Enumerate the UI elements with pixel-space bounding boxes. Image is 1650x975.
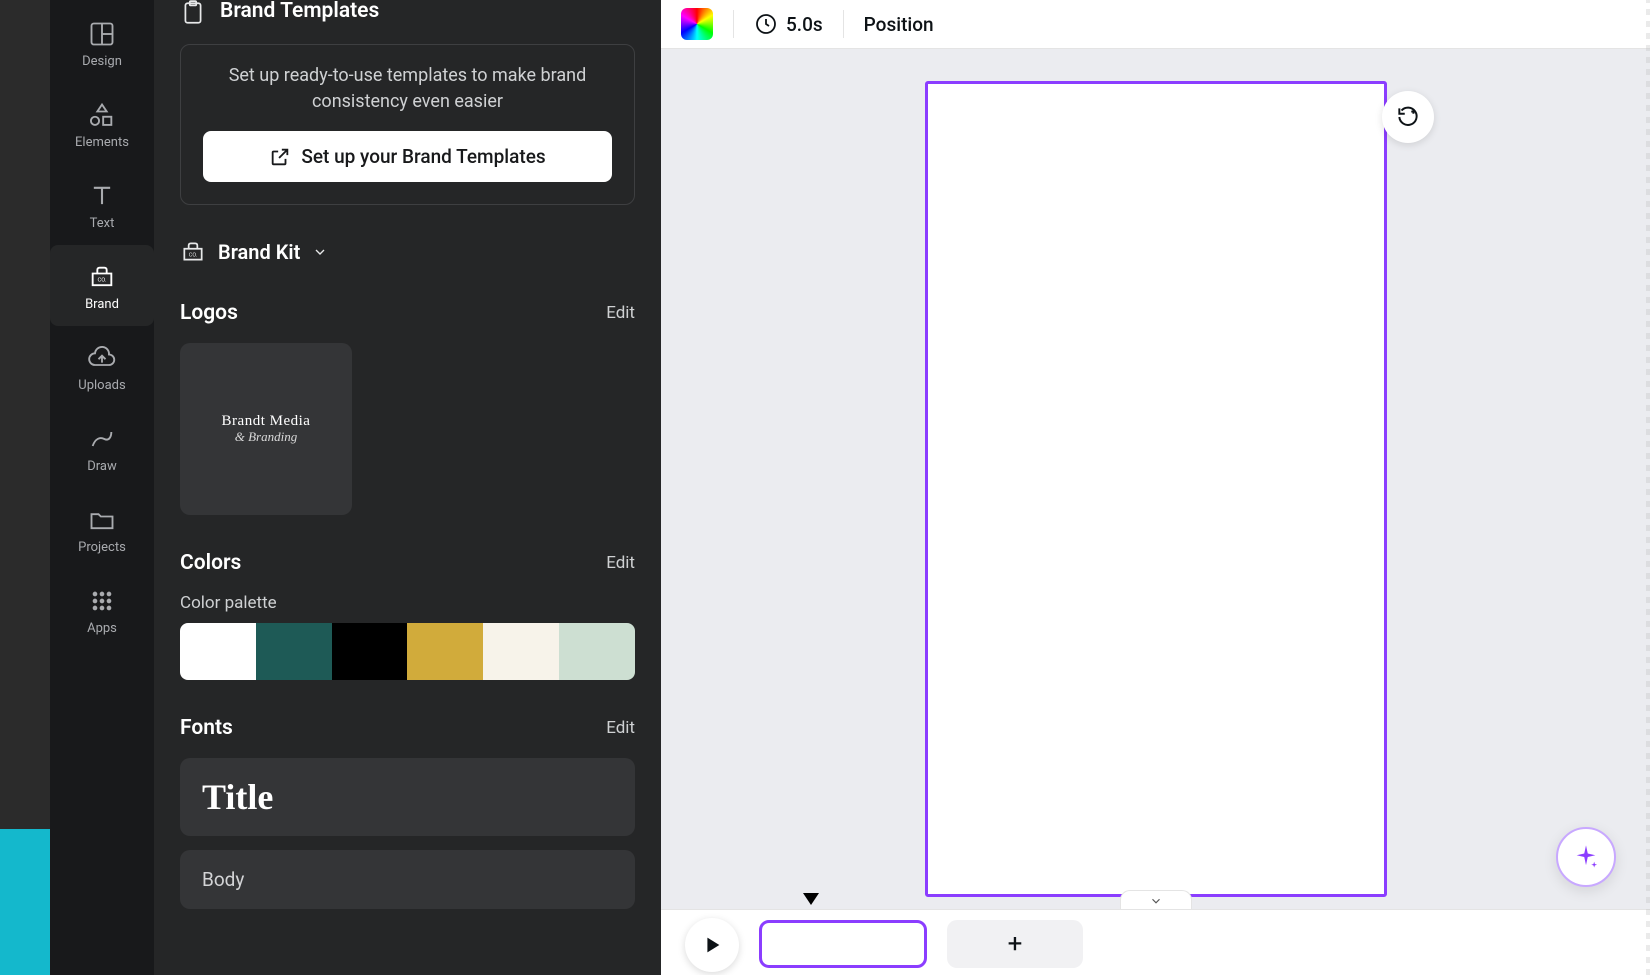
layout-icon: [88, 20, 116, 48]
play-button[interactable]: [685, 918, 739, 972]
nav-label: Draw: [87, 459, 117, 474]
logo-text-line1: Brandt Media: [222, 413, 311, 430]
draw-icon: [88, 425, 116, 453]
clock-icon: [754, 12, 778, 36]
svg-text:CO.: CO.: [97, 278, 107, 284]
refresh-plus-icon: [1395, 104, 1421, 130]
fonts-heading: Fonts: [180, 716, 233, 740]
nav-item-uploads[interactable]: Uploads: [50, 326, 154, 407]
colors-edit-link[interactable]: Edit: [606, 553, 635, 573]
colors-section: Colors Edit Color palette: [180, 551, 635, 680]
nav-item-text[interactable]: Text: [50, 164, 154, 245]
canvas-area[interactable]: [661, 49, 1650, 909]
nav-label: Brand: [85, 297, 119, 312]
main-area: 5.0s Position +: [661, 0, 1650, 975]
duration-control[interactable]: 5.0s: [754, 12, 823, 36]
nav-item-projects[interactable]: Projects: [50, 488, 154, 569]
shapes-icon: [88, 101, 116, 129]
svg-text:CO.: CO.: [189, 253, 197, 259]
color-swatch-4[interactable]: [407, 623, 483, 680]
colors-heading: Colors: [180, 551, 241, 575]
cloud-upload-icon: [88, 344, 116, 372]
window-edge-strip: [0, 0, 50, 975]
brand-icon: CO.: [88, 263, 116, 291]
setup-brand-templates-button[interactable]: Set up your Brand Templates: [203, 131, 612, 182]
toolbar-divider: [843, 10, 844, 38]
nav-item-design[interactable]: Design: [50, 2, 154, 83]
nav-label: Design: [82, 54, 122, 69]
nav-label: Elements: [75, 135, 129, 150]
context-toolbar: 5.0s Position: [661, 0, 1650, 49]
nav-label: Text: [90, 216, 115, 231]
color-swatch-2[interactable]: [256, 623, 332, 680]
setup-button-label: Set up your Brand Templates: [301, 145, 545, 168]
duration-value: 5.0s: [786, 13, 823, 36]
nav-label: Apps: [87, 621, 117, 636]
nav-item-brand[interactable]: CO. Brand: [50, 245, 154, 326]
chevron-down-icon: [1149, 894, 1163, 908]
toolbar-divider: [733, 10, 734, 38]
logo-thumbnail[interactable]: Brandt Media & Branding: [180, 343, 352, 515]
panel-header: Brand Templates: [180, 0, 635, 38]
nav-item-apps[interactable]: Apps: [50, 569, 154, 650]
ruler-edge: [1646, 0, 1650, 975]
background-color-picker[interactable]: [681, 8, 713, 40]
logo-text-line2: & Branding: [235, 429, 297, 445]
color-palette: [180, 623, 635, 680]
fonts-section: Fonts Edit Title Body: [180, 716, 635, 923]
brand-kit-selector[interactable]: CO. Brand Kit: [180, 239, 635, 265]
page-thumbnail-selected[interactable]: [759, 920, 927, 968]
color-swatch-6[interactable]: [559, 623, 635, 680]
logos-heading: Logos: [180, 301, 238, 325]
sparkle-icon: [1572, 843, 1600, 871]
ai-assistant-fab[interactable]: [1556, 827, 1616, 887]
color-swatch-5[interactable]: [483, 623, 559, 680]
position-button[interactable]: Position: [864, 13, 934, 36]
nav-label: Projects: [78, 540, 126, 555]
font-title-card[interactable]: Title: [180, 758, 635, 836]
folder-icon: [88, 506, 116, 534]
navigation-rail: Design Elements Text CO. Brand Uploads D…: [50, 0, 154, 975]
brand-side-panel: Brand Templates Set up ready-to-use temp…: [154, 0, 661, 975]
panel-title: Brand Templates: [220, 0, 379, 23]
nav-item-elements[interactable]: Elements: [50, 83, 154, 164]
playhead-marker[interactable]: [803, 893, 819, 905]
brand-templates-card: Set up ready-to-use templates to make br…: [180, 44, 635, 205]
position-label: Position: [864, 13, 934, 36]
collapse-timeline-toggle[interactable]: [1120, 890, 1192, 909]
apps-grid-icon: [88, 587, 116, 615]
text-icon: [88, 182, 116, 210]
add-page-button[interactable]: +: [947, 920, 1083, 968]
logos-edit-link[interactable]: Edit: [606, 303, 635, 323]
palette-label: Color palette: [180, 593, 635, 613]
logos-section: Logos Edit Brandt Media & Branding: [180, 301, 635, 515]
play-icon: [701, 934, 723, 956]
timeline-strip: +: [661, 909, 1650, 975]
brand-kit-label: Brand Kit: [218, 240, 300, 264]
color-swatch-1[interactable]: [180, 623, 256, 680]
design-page[interactable]: [925, 81, 1387, 897]
external-link-icon: [269, 146, 291, 168]
briefcase-icon: CO.: [180, 239, 206, 265]
nav-item-draw[interactable]: Draw: [50, 407, 154, 488]
fonts-edit-link[interactable]: Edit: [606, 718, 635, 738]
regenerate-button[interactable]: [1382, 91, 1434, 143]
chevron-down-icon: [312, 244, 328, 260]
templates-description: Set up ready-to-use templates to make br…: [203, 63, 612, 115]
color-swatch-3[interactable]: [332, 623, 408, 680]
template-page-icon: [180, 0, 206, 26]
font-body-card[interactable]: Body: [180, 850, 635, 909]
nav-label: Uploads: [78, 378, 125, 393]
